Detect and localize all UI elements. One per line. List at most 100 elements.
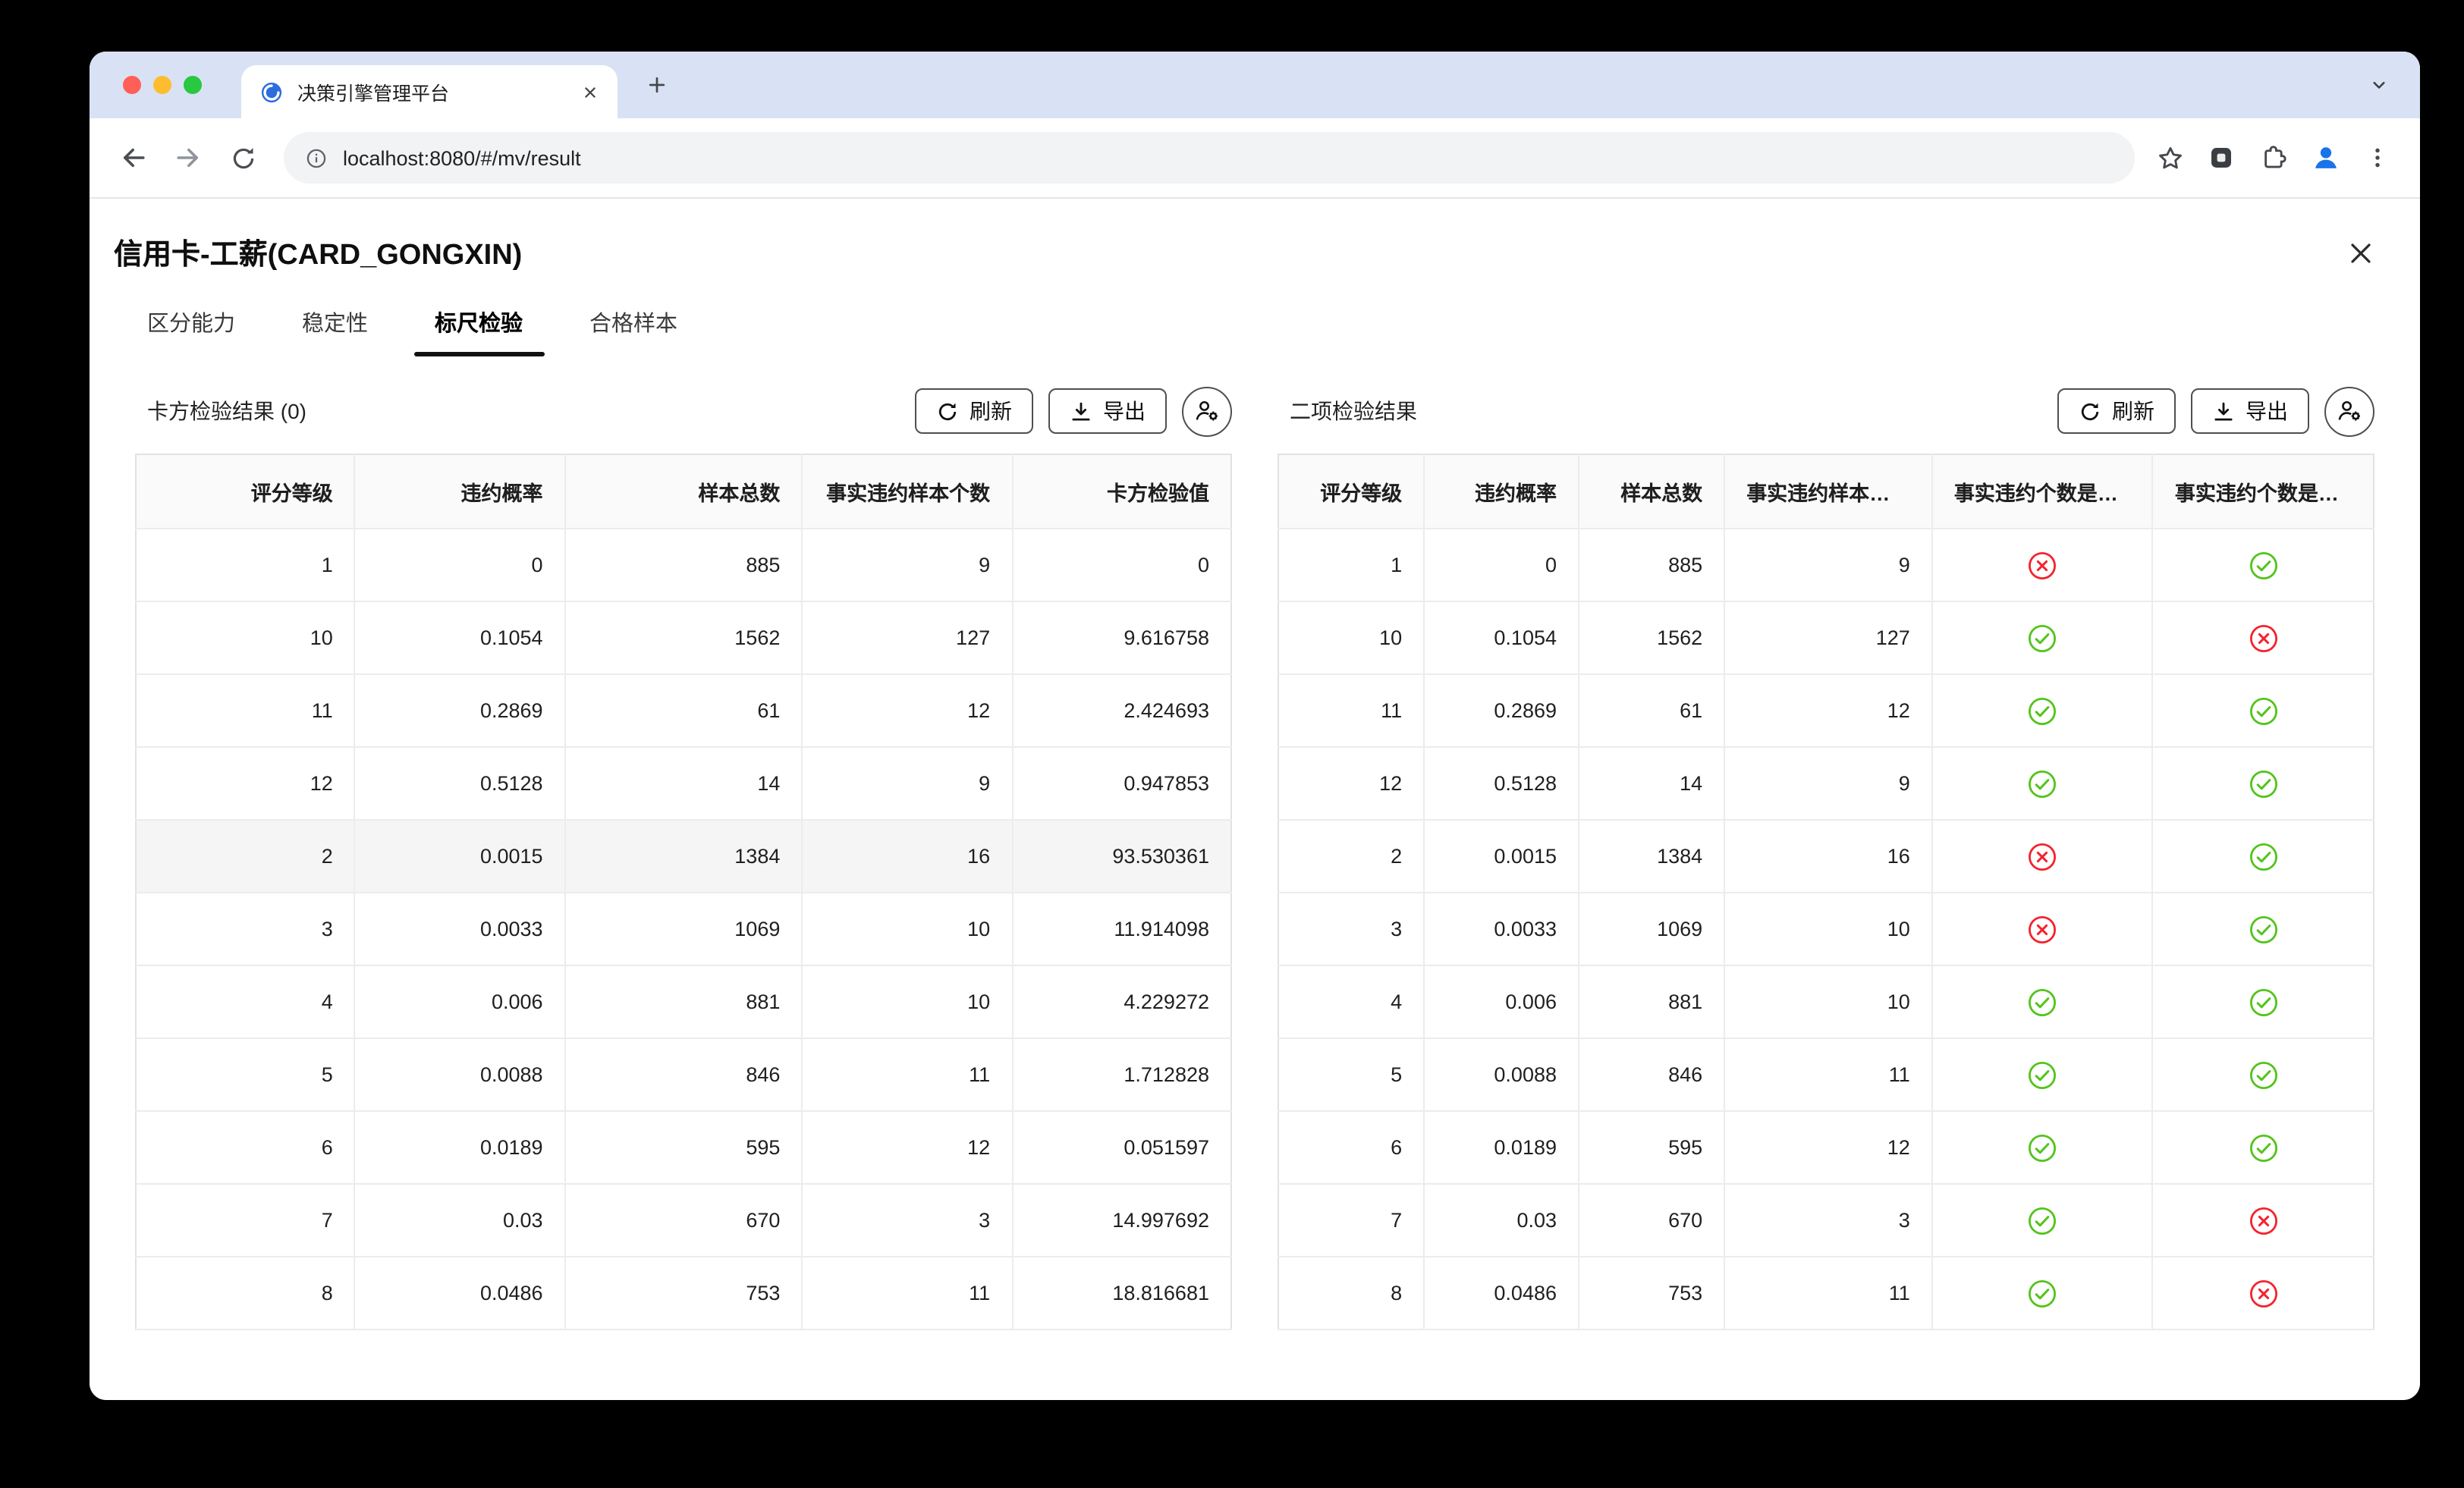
bookmark-star-icon[interactable]	[2156, 143, 2185, 172]
table-cell: 7	[136, 1184, 355, 1257]
table-cell	[1932, 893, 2153, 965]
table-cell	[2153, 529, 2374, 601]
column-header: 样本总数	[565, 454, 803, 529]
export-button[interactable]: 导出	[2191, 388, 2309, 434]
table-cell: 10	[802, 965, 1012, 1038]
column-header: 事实违约个数是否小...	[1932, 454, 2153, 529]
table-cell: 1562	[565, 601, 803, 674]
check-circle-icon	[2027, 987, 2057, 1017]
table-cell	[2153, 1111, 2374, 1184]
chi-square-panel-header: 卡方检验结果 (0) 刷新 导出	[135, 384, 1232, 438]
binomial-panel: 二项检验结果 刷新 导出	[1278, 384, 2374, 1330]
table-cell: 1069	[1579, 893, 1724, 965]
table-cell: 4	[1278, 965, 1424, 1038]
table-cell: 753	[565, 1257, 803, 1329]
table-row: 20.0015138416	[1278, 820, 2374, 893]
table-cell: 2	[1278, 820, 1424, 893]
table-cell: 6	[136, 1111, 355, 1184]
table-cell: 61	[1579, 674, 1724, 747]
table-row: 30.0033106910	[1278, 893, 2374, 965]
table-cell: 3	[1724, 1184, 1932, 1257]
column-header: 事实违约样本个数	[1724, 454, 1932, 529]
table-cell	[1932, 747, 2153, 820]
chi-square-table: 评分等级违约概率样本总数事实违约样本个数卡方检验值1088590100.1054…	[135, 454, 1232, 1330]
table-row: 20.001513841693.530361	[136, 820, 1231, 893]
browser-toolbar: localhost:8080/#/mv/result	[90, 118, 2420, 199]
extensions-puzzle-icon[interactable]	[2258, 143, 2286, 172]
table-cell: 595	[1579, 1111, 1724, 1184]
table-cell: 0.0015	[1424, 820, 1579, 893]
tab-scale-test[interactable]: 标尺检验	[423, 297, 535, 356]
forward-button[interactable]	[162, 132, 214, 184]
table-cell: 0	[1424, 529, 1579, 601]
refresh-button[interactable]: 刷新	[2057, 388, 2176, 434]
check-circle-icon	[2027, 695, 2057, 726]
table-cell	[2153, 1184, 2374, 1257]
back-arrow-icon	[118, 143, 149, 173]
toolbar-right-icons	[2156, 141, 2390, 174]
table-cell: 11.914098	[1012, 893, 1231, 965]
table-row: 120.5128149	[1278, 747, 2374, 820]
column-header: 卡方检验值	[1012, 454, 1231, 529]
table-cell: 846	[565, 1038, 803, 1111]
tab-qualified-sample[interactable]: 合格样本	[577, 297, 690, 356]
tab-list-chevron-icon[interactable]	[2359, 65, 2399, 105]
table-cell: 14	[565, 747, 803, 820]
table-cell	[1932, 965, 2153, 1038]
back-button[interactable]	[108, 132, 159, 184]
table-row: 40.00688110	[1278, 965, 2374, 1038]
table-cell: 10	[136, 601, 355, 674]
pinned-extension-icon[interactable]	[2208, 144, 2235, 171]
table-cell: 3	[136, 893, 355, 965]
refresh-icon	[2079, 400, 2101, 422]
table-cell: 0.0015	[355, 820, 565, 893]
close-panel-icon[interactable]	[2341, 233, 2381, 272]
column-settings-button[interactable]	[1182, 386, 1232, 436]
column-header: 评分等级	[136, 454, 355, 529]
table-row: 110.286961122.424693	[136, 674, 1231, 747]
table-cell: 0.1054	[1424, 601, 1579, 674]
new-tab-button[interactable]	[636, 64, 678, 106]
table-row: 50.008884611	[1278, 1038, 2374, 1111]
tab-close-icon[interactable]	[575, 77, 605, 107]
cross-circle-icon	[2248, 623, 2278, 653]
table-cell: 12	[1724, 1111, 1932, 1184]
table-cell: 9.616758	[1012, 601, 1231, 674]
table-cell: 3	[802, 1184, 1012, 1257]
table-cell: 12	[136, 747, 355, 820]
table-cell: 0.0033	[1424, 893, 1579, 965]
address-bar[interactable]: localhost:8080/#/mv/result	[284, 132, 2135, 184]
check-circle-icon	[2027, 768, 2057, 799]
profile-avatar-icon[interactable]	[2309, 141, 2343, 174]
browser-tab[interactable]: 决策引擎管理平台	[241, 65, 618, 118]
table-cell: 4	[136, 965, 355, 1038]
export-button[interactable]: 导出	[1048, 388, 1167, 434]
table-cell: 0	[1012, 529, 1231, 601]
menu-kebab-icon[interactable]	[2365, 146, 2390, 170]
tab-discrimination[interactable]: 区分能力	[135, 297, 247, 356]
table-cell: 11	[1278, 674, 1424, 747]
table-cell: 3	[1278, 893, 1424, 965]
maximize-window-button[interactable]	[184, 76, 202, 94]
site-info-icon[interactable]	[305, 146, 328, 169]
address-bar-url: localhost:8080/#/mv/result	[343, 146, 581, 169]
browser-window: 决策引擎管理平台	[90, 52, 2420, 1400]
table-cell: 846	[1579, 1038, 1724, 1111]
column-settings-button[interactable]	[2324, 386, 2374, 436]
table-row: 110.28696112	[1278, 674, 2374, 747]
table-cell: 1	[1278, 529, 1424, 601]
table-cell: 753	[1579, 1257, 1724, 1329]
table-cell	[2153, 965, 2374, 1038]
minimize-window-button[interactable]	[153, 76, 171, 94]
table-cell: 0.0486	[1424, 1257, 1579, 1329]
table-cell: 61	[565, 674, 803, 747]
table-cell: 7	[1278, 1184, 1424, 1257]
reload-button[interactable]	[217, 132, 269, 184]
refresh-button[interactable]: 刷新	[915, 388, 1033, 434]
tab-stability[interactable]: 稳定性	[290, 297, 380, 356]
table-cell: 1.712828	[1012, 1038, 1231, 1111]
table-row: 70.036703	[1278, 1184, 2374, 1257]
check-circle-icon	[2248, 1132, 2278, 1163]
table-cell: 0.1054	[355, 601, 565, 674]
close-window-button[interactable]	[123, 76, 141, 94]
